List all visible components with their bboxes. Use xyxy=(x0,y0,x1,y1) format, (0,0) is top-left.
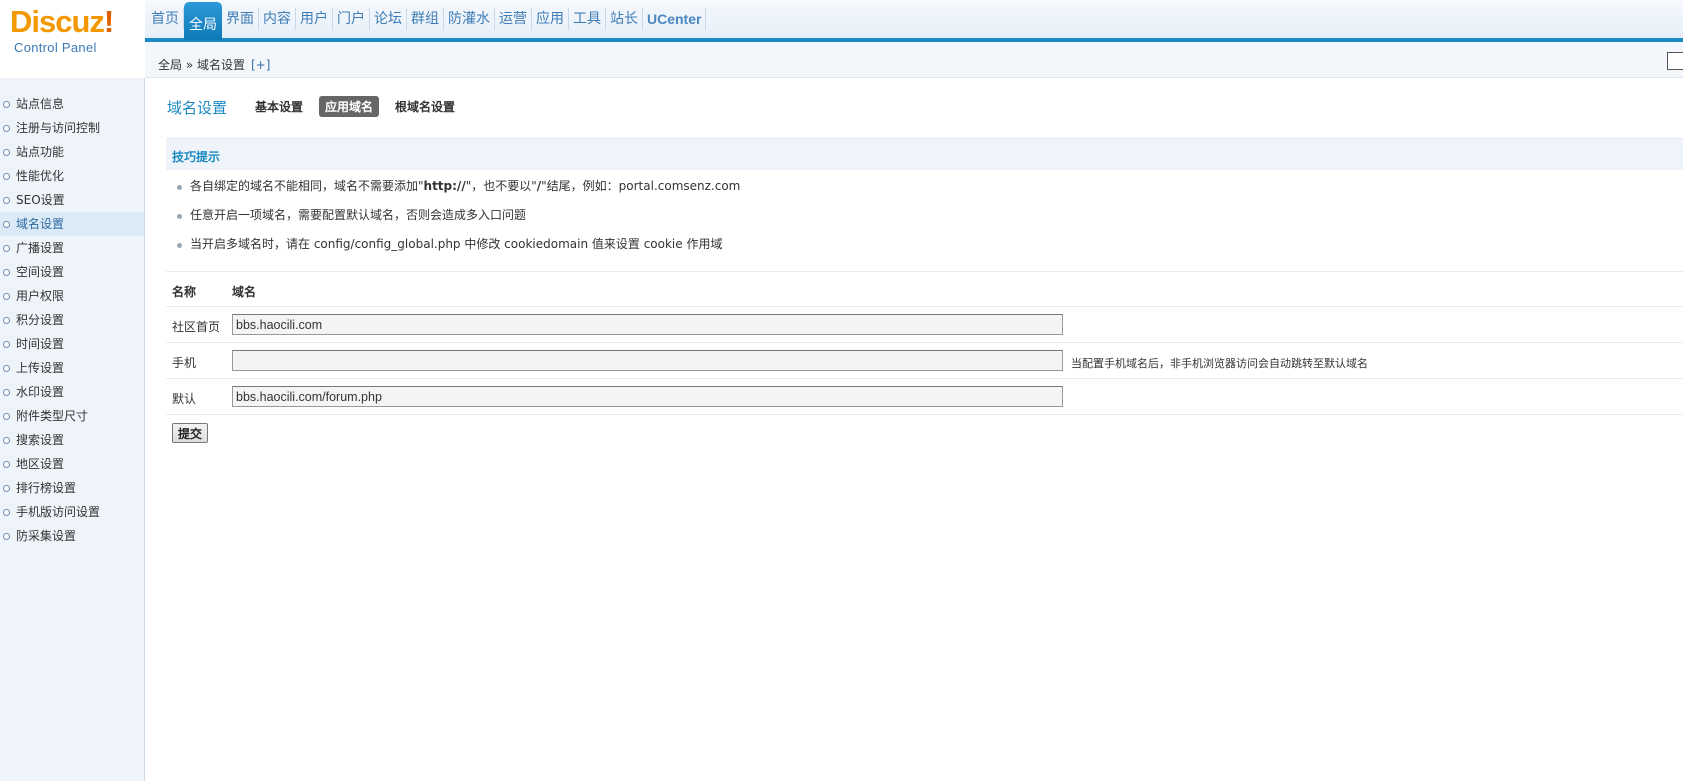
search-input[interactable] xyxy=(1667,52,1683,70)
submit-button[interactable]: 提交 xyxy=(172,423,208,443)
sidebar: 站点信息 注册与访问控制 站点功能 性能优化 SEO设置 域名设置 广播设置 空间设置 用户权限… xyxy=(0,78,145,781)
sidebar-item-11[interactable]: 上传设置 xyxy=(0,356,144,380)
sidebar-item-16[interactable]: 排行榜设置 xyxy=(0,476,144,500)
sidebar-item-4[interactable]: SEO设置 xyxy=(0,188,144,212)
nav-tab-9[interactable]: 运营 xyxy=(495,8,532,30)
column-header-domain: 域名 xyxy=(232,285,257,299)
tips-title: 技巧提示 xyxy=(172,150,221,164)
logo[interactable]: Discuz! Control Panel xyxy=(0,0,145,76)
breadcrumb-bar: 全局 » 域名设置 [+] xyxy=(145,42,1683,78)
nav-tab-8[interactable]: 防灌水 xyxy=(444,8,495,30)
nav-tab-13[interactable]: UCenter xyxy=(643,8,707,30)
logo-subtitle: Control Panel xyxy=(14,40,97,55)
nav-tab-10[interactable]: 应用 xyxy=(532,8,569,30)
field-hint: 当配置手机域名后，非手机浏览器访问会自动跳转至默认域名 xyxy=(1071,357,1368,370)
form-row-mobile: 手机 当配置手机域名后，非手机浏览器访问会自动跳转至默认域名 xyxy=(166,343,1683,379)
tips-header: 技巧提示 xyxy=(166,138,1683,170)
home-domain-input[interactable] xyxy=(232,314,1063,335)
form-row-home: 社区首页 xyxy=(166,307,1683,343)
breadcrumb-path: 全局 » 域名设置 xyxy=(158,58,245,72)
sidebar-item-6[interactable]: 广播设置 xyxy=(0,236,144,260)
page-title: 域名设置 xyxy=(167,99,228,117)
sidebar-item-10[interactable]: 时间设置 xyxy=(0,332,144,356)
tip-item: 当开启多域名时，请在 config/config_global.php 中修改 … xyxy=(166,230,1683,259)
sidebar-item-14[interactable]: 搜索设置 xyxy=(0,428,144,452)
sidebar-item-18[interactable]: 防采集设置 xyxy=(0,524,144,548)
mobile-domain-input[interactable] xyxy=(232,350,1063,371)
field-label: 默认 xyxy=(172,392,197,406)
nav-tab-2[interactable]: 界面 xyxy=(222,8,259,30)
field-label: 社区首页 xyxy=(172,320,221,334)
sidebar-item-1[interactable]: 注册与访问控制 xyxy=(0,116,144,140)
tip-item: 任意开启一项域名，需要配置默认域名，否则会造成多入口问题 xyxy=(166,201,1683,230)
sub-tabs: 基本设置 应用域名 根域名设置 xyxy=(249,96,461,117)
nav-tab-6[interactable]: 论坛 xyxy=(370,8,407,30)
sidebar-item-12[interactable]: 水印设置 xyxy=(0,380,144,404)
form-header-row: 名称 域名 xyxy=(166,272,1683,307)
subtab-2[interactable]: 根域名设置 xyxy=(389,96,461,117)
domain-form: 名称 域名 社区首页 手机 当配置手机域名后，非手机浏览器访问会自动跳转至默认域… xyxy=(166,272,1683,415)
nav-tab-7[interactable]: 群组 xyxy=(407,8,444,30)
top-nav-list: 首页 全局 界面 内容 用户 门户 论坛 群组 防灌水 运营 应用 工具 站长 UCenter xyxy=(145,0,1683,40)
breadcrumb: 全局 » 域名设置 [+] xyxy=(158,56,270,73)
sidebar-item-8[interactable]: 用户权限 xyxy=(0,284,144,308)
sidebar-item-9[interactable]: 积分设置 xyxy=(0,308,144,332)
default-domain-input[interactable] xyxy=(232,386,1063,407)
sidebar-item-13[interactable]: 附件类型尺寸 xyxy=(0,404,144,428)
top-nav: 首页 全局 界面 内容 用户 门户 论坛 群组 防灌水 运营 应用 工具 站长 UCenter xyxy=(145,0,1683,42)
logo-brand: Discuz! xyxy=(10,4,114,39)
field-label: 手机 xyxy=(172,356,197,370)
add-shortcut-link[interactable]: [+] xyxy=(251,58,270,72)
sidebar-item-2[interactable]: 站点功能 xyxy=(0,140,144,164)
sidebar-item-5[interactable]: 域名设置 xyxy=(0,212,144,236)
main-content: 域名设置 基本设置 应用域名 根域名设置 技巧提示 各自绑定的域名不能相同，域名不需… xyxy=(145,79,1683,781)
nav-tab-1[interactable]: 全局 xyxy=(184,2,222,40)
tips-list: 各自绑定的域名不能相同，域名不需要添加"http://"，也不要以"/"结尾，例… xyxy=(166,172,1683,259)
column-header-name: 名称 xyxy=(172,285,197,299)
sidebar-item-3[interactable]: 性能优化 xyxy=(0,164,144,188)
sidebar-item-15[interactable]: 地区设置 xyxy=(0,452,144,476)
nav-tab-0[interactable]: 首页 xyxy=(147,8,184,30)
nav-tab-4[interactable]: 用户 xyxy=(296,8,333,30)
nav-tab-11[interactable]: 工具 xyxy=(569,8,606,30)
sidebar-menu: 站点信息 注册与访问控制 站点功能 性能优化 SEO设置 域名设置 广播设置 空间设置 用户权限… xyxy=(0,78,144,548)
sidebar-item-17[interactable]: 手机版访问设置 xyxy=(0,500,144,524)
form-row-default: 默认 xyxy=(166,379,1683,415)
subtab-1[interactable]: 应用域名 xyxy=(319,96,380,117)
sidebar-item-0[interactable]: 站点信息 xyxy=(0,92,144,116)
tip-item: 各自绑定的域名不能相同，域名不需要添加"http://"，也不要以"/"结尾，例… xyxy=(166,172,1683,201)
nav-tab-3[interactable]: 内容 xyxy=(259,8,296,30)
nav-tab-12[interactable]: 站长 xyxy=(606,8,643,30)
sidebar-item-7[interactable]: 空间设置 xyxy=(0,260,144,284)
subtab-0[interactable]: 基本设置 xyxy=(249,96,309,117)
nav-tab-5[interactable]: 门户 xyxy=(333,8,370,30)
